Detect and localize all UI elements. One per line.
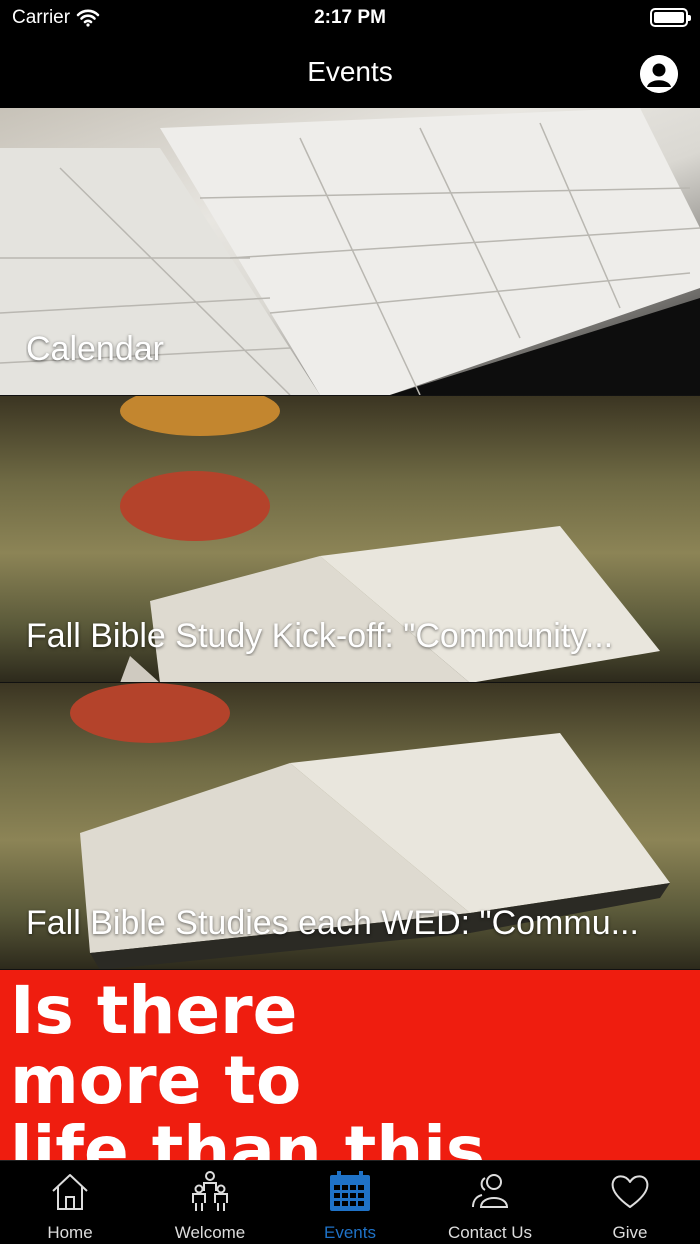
battery-icon [650,8,691,27]
contacts-icon [472,1174,509,1208]
battery-level [654,12,684,23]
page-title: Events [307,56,393,87]
calendar-icon [330,1171,370,1211]
event-card-life-question[interactable]: Is there more to life than this [0,969,700,1160]
tab-bar: Home Welcome Events Contact Us Give [0,1160,700,1244]
promo-image-text: Is there more to life than this [10,972,486,1161]
event-list: Calendar Fall Bible Study Kick-off: "Com… [0,108,700,1160]
people-icon [192,1171,228,1211]
tab-label: Home [47,1223,93,1242]
status-time: 2:17 PM [314,7,386,28]
person-circle-icon [640,55,678,93]
event-card-calendar[interactable]: Calendar [0,108,700,395]
event-title: Calendar [26,330,164,368]
profile-button[interactable] [640,55,678,93]
event-title: Fall Bible Studies each WED: "Commu... [26,904,639,942]
tab-contact-us[interactable]: Contact Us [420,1161,560,1244]
status-bar: Carrier 2:17 PM [0,0,700,36]
tab-home[interactable]: Home [0,1161,140,1244]
event-title: Fall Bible Study Kick-off: "Community... [26,617,614,655]
home-icon [52,1174,88,1210]
tab-events[interactable]: Events [280,1161,420,1244]
tab-welcome[interactable]: Welcome [140,1161,280,1244]
navigation-bar: Events [0,36,700,108]
event-card-bible-study-kickoff[interactable]: Fall Bible Study Kick-off: "Community... [0,395,700,682]
tab-label: Welcome [174,1223,246,1242]
tab-label: Contact Us [447,1223,533,1242]
promo-image: Is there more to life than this [0,970,700,1160]
tab-label: Events [324,1223,376,1242]
heart-icon [611,1175,649,1208]
tab-label: Give [612,1223,648,1242]
tab-give[interactable]: Give [560,1161,700,1244]
event-card-bible-studies-wed[interactable]: Fall Bible Studies each WED: "Commu... [0,682,700,969]
